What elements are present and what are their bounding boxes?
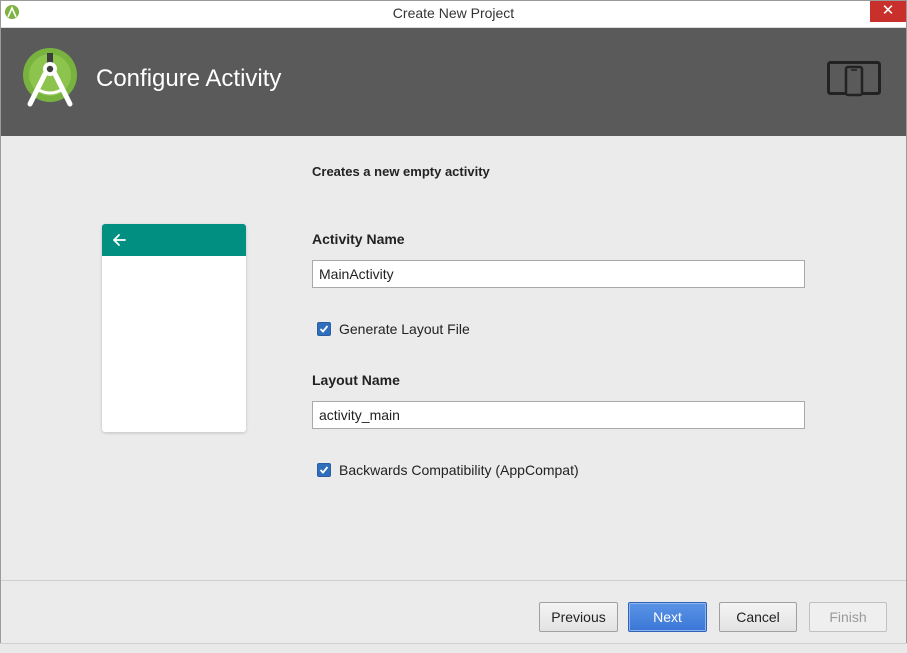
page-title: Configure Activity: [96, 65, 282, 92]
activity-name-label: Activity Name: [312, 231, 405, 247]
checkmark-icon: [319, 325, 329, 333]
taskbar-strip: [0, 643, 907, 653]
activity-description: Creates a new empty activity: [312, 164, 490, 179]
preview-toolbar: [102, 224, 246, 256]
arrow-left-icon: [113, 234, 126, 246]
checkmark-icon: [319, 466, 329, 474]
create-project-dialog: Create New Project ✕ Configure Activity …: [0, 0, 907, 653]
finish-button: Finish: [809, 602, 887, 632]
generate-layout-label: Generate Layout File: [339, 321, 470, 337]
cancel-button[interactable]: Cancel: [719, 602, 797, 632]
activity-preview: [102, 224, 246, 432]
previous-button[interactable]: Previous: [539, 602, 618, 632]
phone-tablet-icon: [827, 61, 881, 97]
layout-name-field[interactable]: [312, 401, 805, 429]
generate-layout-checkbox[interactable]: [317, 322, 331, 336]
close-button[interactable]: ✕: [870, 1, 906, 22]
layout-name-label: Layout Name: [312, 372, 400, 388]
backwards-compat-checkbox-row[interactable]: Backwards Compatibility (AppCompat): [317, 462, 579, 478]
close-icon: ✕: [881, 2, 895, 19]
android-studio-logo-icon: [23, 48, 77, 107]
footer-divider: [1, 580, 906, 581]
backwards-compat-checkbox[interactable]: [317, 463, 331, 477]
generate-layout-checkbox-row[interactable]: Generate Layout File: [317, 321, 470, 337]
next-button[interactable]: Next: [628, 602, 707, 632]
window-title: Create New Project: [392, 5, 515, 21]
title-bar: Create New Project ✕: [1, 1, 906, 28]
activity-name-field[interactable]: [312, 260, 805, 288]
header-banner: Configure Activity: [1, 28, 906, 136]
backwards-compat-label: Backwards Compatibility (AppCompat): [339, 462, 579, 478]
